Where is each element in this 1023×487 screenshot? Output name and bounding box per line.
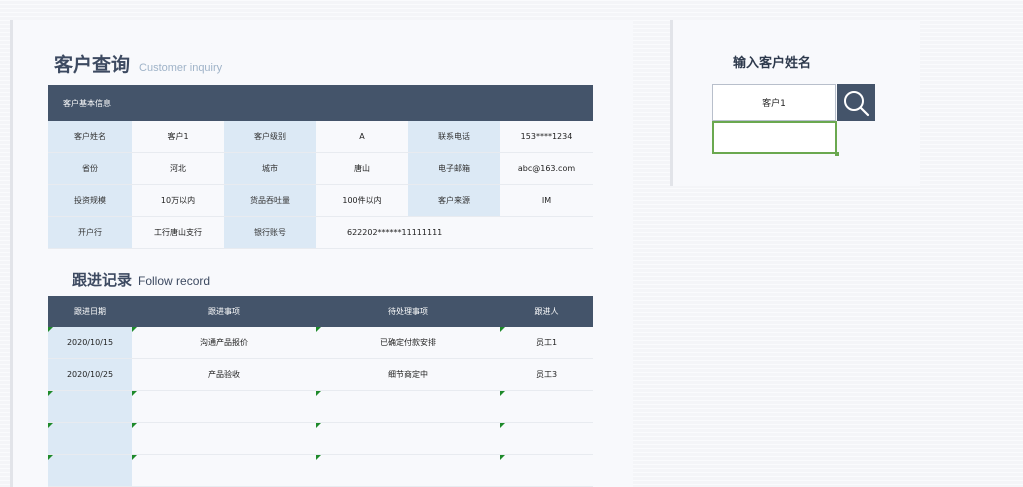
follow-table: 2020/10/15 沟通产品报价 已确定付款安排 员工1 2020/10/25… bbox=[48, 327, 593, 487]
selected-cell[interactable] bbox=[712, 121, 839, 156]
info-value[interactable]: 622202******11111111 bbox=[316, 217, 593, 249]
info-label: 省份 bbox=[48, 153, 132, 185]
search-button[interactable] bbox=[837, 84, 875, 121]
customer-info-table: 客户姓名 客户1 客户级别 A 联系电话 153****1234 省份 河北 城… bbox=[48, 121, 593, 249]
follow-title: 跟进记录 bbox=[72, 271, 133, 289]
basic-info-header-label: 客户基本信息 bbox=[63, 98, 111, 108]
info-label: 客户级别 bbox=[224, 121, 316, 153]
follow-person-cell[interactable]: 员工3 bbox=[500, 359, 593, 391]
info-label: 客户姓名 bbox=[48, 121, 132, 153]
follow-date-cell[interactable]: 2020/10/25 bbox=[48, 359, 132, 391]
info-label: 开户行 bbox=[48, 217, 132, 249]
info-value[interactable]: 153****1234 bbox=[500, 121, 593, 153]
info-label: 货品吞吐量 bbox=[224, 185, 316, 217]
column-header: 跟进日期 bbox=[74, 307, 106, 316]
info-label: 投资规模 bbox=[48, 185, 132, 217]
follow-person-cell[interactable] bbox=[500, 391, 593, 423]
follow-date-cell[interactable] bbox=[48, 423, 132, 455]
follow-item-cell[interactable] bbox=[132, 423, 316, 455]
follow-subtitle: Follow record bbox=[138, 274, 211, 288]
follow-item-cell[interactable] bbox=[132, 391, 316, 423]
search-icon bbox=[844, 90, 870, 116]
follow-date-cell[interactable] bbox=[48, 455, 132, 487]
info-label: 城市 bbox=[224, 153, 316, 185]
follow-pending-cell[interactable]: 细节商定中 bbox=[316, 359, 500, 391]
follow-item-cell[interactable]: 沟通产品报价 bbox=[132, 327, 316, 359]
info-value[interactable]: A bbox=[316, 121, 408, 153]
follow-date-cell[interactable] bbox=[48, 391, 132, 423]
follow-person-cell[interactable] bbox=[500, 423, 593, 455]
follow-pending-cell[interactable] bbox=[316, 391, 500, 423]
follow-title-group: 跟进记录 Follow record bbox=[72, 269, 210, 290]
info-value[interactable]: 10万以内 bbox=[132, 185, 224, 217]
follow-table-header: 跟进日期 跟进事项 待处理事项 跟进人 bbox=[48, 296, 593, 327]
info-label: 客户来源 bbox=[408, 185, 500, 217]
follow-item-cell[interactable]: 产品验收 bbox=[132, 359, 316, 391]
info-value[interactable]: 100件以内 bbox=[316, 185, 408, 217]
page-title-group: 客户查询 Customer inquiry bbox=[54, 50, 222, 77]
follow-pending-cell[interactable] bbox=[316, 423, 500, 455]
search-label: 输入客户姓名 bbox=[733, 56, 812, 71]
info-value[interactable]: 河北 bbox=[132, 153, 224, 185]
info-value[interactable]: IM bbox=[500, 185, 593, 217]
info-label: 电子邮箱 bbox=[408, 153, 500, 185]
info-label: 银行账号 bbox=[224, 217, 316, 249]
follow-person-cell[interactable]: 员工1 bbox=[500, 327, 593, 359]
info-value[interactable]: abc@163.com bbox=[500, 153, 593, 185]
column-header: 跟进人 bbox=[534, 307, 559, 316]
info-value[interactable]: 工行唐山支行 bbox=[132, 217, 224, 249]
column-header: 待处理事项 bbox=[388, 307, 428, 316]
follow-pending-cell[interactable]: 已确定付款安排 bbox=[316, 327, 500, 359]
info-label: 联系电话 bbox=[408, 121, 500, 153]
follow-person-cell[interactable] bbox=[500, 455, 593, 487]
info-value[interactable]: 唐山 bbox=[316, 153, 408, 185]
page-subtitle: Customer inquiry bbox=[139, 62, 223, 74]
follow-pending-cell[interactable] bbox=[316, 455, 500, 487]
column-header: 跟进事项 bbox=[208, 307, 240, 316]
follow-item-cell[interactable] bbox=[132, 455, 316, 487]
info-value[interactable]: 客户1 bbox=[132, 121, 224, 153]
customer-name-input[interactable]: 客户1 bbox=[712, 84, 836, 121]
basic-info-header: 客户基本信息 bbox=[48, 85, 593, 121]
page-title: 客户查询 bbox=[54, 54, 131, 76]
follow-date-cell[interactable]: 2020/10/15 bbox=[48, 327, 132, 359]
